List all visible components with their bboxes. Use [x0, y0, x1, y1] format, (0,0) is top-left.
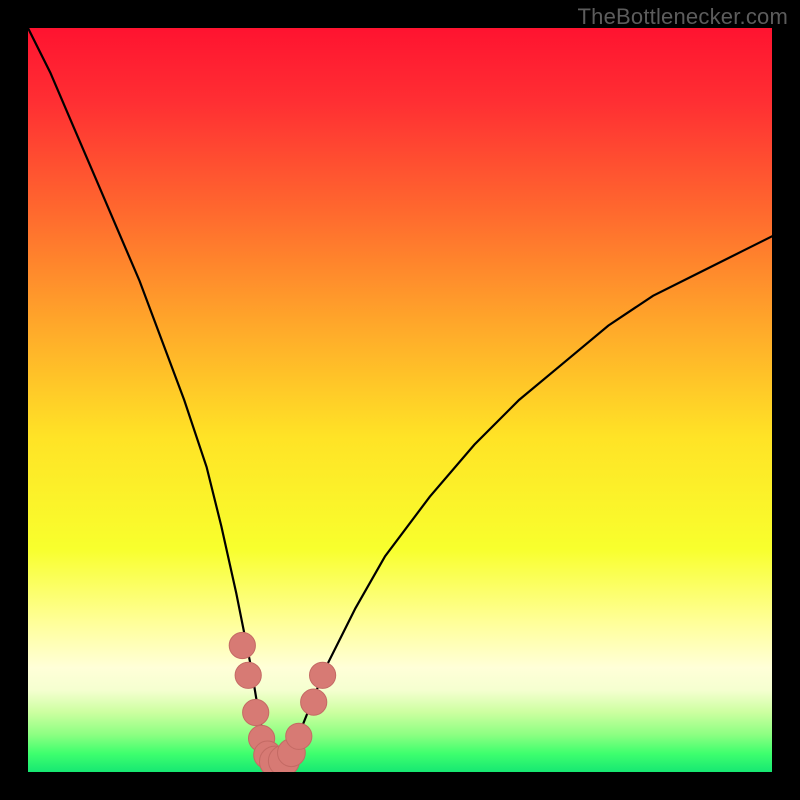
curve-marker — [301, 689, 327, 715]
curve-marker — [243, 699, 269, 725]
plot-area — [28, 28, 772, 772]
chart-svg — [28, 28, 772, 772]
outer-frame: TheBottlenecker.com — [0, 0, 800, 800]
curve-marker — [229, 632, 255, 658]
curve-marker — [286, 723, 312, 749]
curve-markers — [229, 632, 336, 772]
bottleneck-curve — [28, 28, 772, 765]
watermark-text: TheBottlenecker.com — [578, 4, 788, 30]
curve-marker — [235, 662, 261, 688]
curve-marker — [310, 662, 336, 688]
